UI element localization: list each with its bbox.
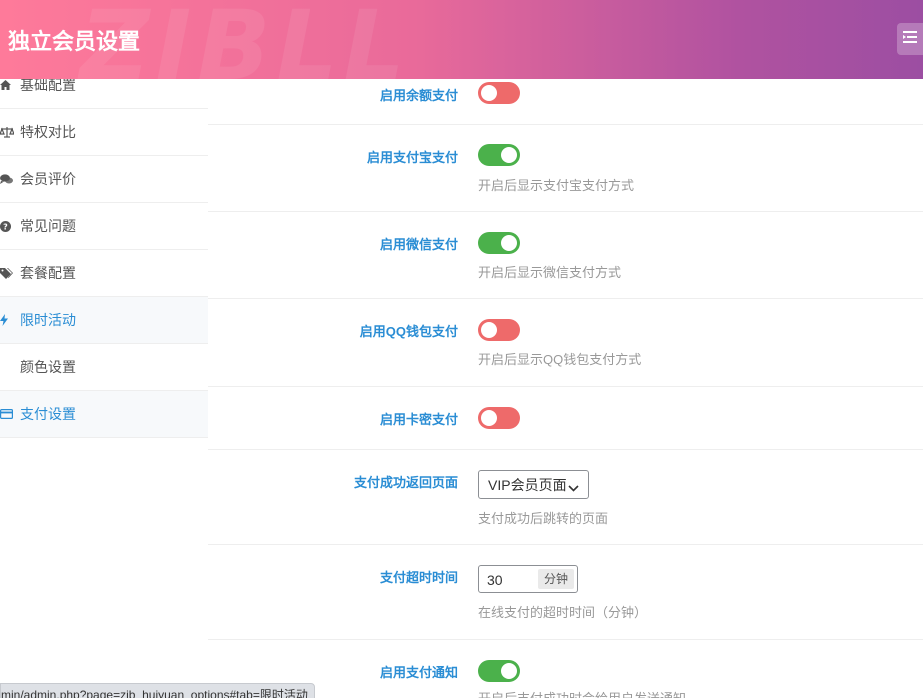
alipay-toggle[interactable] bbox=[478, 144, 520, 166]
question-circle-icon: ? bbox=[0, 220, 20, 232]
collapse-menu-button[interactable] bbox=[897, 23, 923, 55]
settings-panel: 启用余额支付 启用支付宝支付 开启后显示支付宝支付方式 启用微信支付 开启后显示… bbox=[208, 79, 923, 698]
sidebar-item-label: 限时活动 bbox=[20, 312, 76, 328]
sidebar-item-reviews[interactable]: 会员评价 bbox=[0, 156, 208, 203]
qq-pay-toggle[interactable] bbox=[478, 319, 520, 341]
setting-row-balance-pay: 启用余额支付 bbox=[208, 79, 923, 125]
setting-row-card-pay: 启用卡密支付 bbox=[208, 387, 923, 450]
setting-row-alipay: 启用支付宝支付 开启后显示支付宝支付方式 bbox=[208, 125, 923, 212]
setting-label: 启用微信支付 bbox=[379, 237, 458, 252]
tags-icon bbox=[0, 267, 20, 279]
toggle-knob bbox=[481, 85, 497, 101]
setting-row-wechat-pay: 启用微信支付 开启后显示微信支付方式 bbox=[208, 212, 923, 299]
setting-desc: 开启后显示QQ钱包支付方式 bbox=[478, 352, 642, 367]
setting-desc: 开启后支付成功时会给用户发送通知 bbox=[478, 688, 686, 698]
setting-row-timeout: 支付超时时间 30 分钟 在线支付的超时时间（分钟） bbox=[208, 545, 923, 640]
sidebar-item-label: 套餐配置 bbox=[20, 265, 76, 281]
timeout-unit: 分钟 bbox=[537, 569, 574, 589]
credit-card-icon bbox=[0, 409, 20, 419]
balance-scale-icon bbox=[0, 126, 20, 138]
sidebar-item-privileges[interactable]: 特权对比 bbox=[0, 109, 208, 156]
select-value: VIP会员页面 bbox=[488, 476, 567, 493]
toggle-knob bbox=[501, 663, 517, 679]
setting-desc: 开启后显示微信支付方式 bbox=[478, 265, 622, 280]
svg-text:?: ? bbox=[3, 222, 8, 231]
sidebar-item-label: 常见问题 bbox=[20, 218, 76, 234]
timeout-input[interactable]: 30 分钟 bbox=[478, 565, 578, 593]
toggle-knob bbox=[501, 147, 517, 163]
notify-toggle[interactable] bbox=[478, 660, 520, 682]
sidebar-item-flash-sale[interactable]: 限时活动 bbox=[0, 297, 208, 344]
sidebar-item-payment[interactable]: 支付设置 bbox=[0, 391, 208, 438]
sidebar-item-colors[interactable]: 颜色设置 bbox=[0, 344, 208, 391]
bolt-icon bbox=[0, 314, 20, 326]
setting-label: 启用余额支付 bbox=[379, 88, 458, 103]
sidebar-item-label: 特权对比 bbox=[20, 124, 76, 140]
collapse-menu-icon bbox=[903, 30, 917, 48]
setting-row-return-page: 支付成功返回页面 VIP会员页面 支付成功后跳转的页面 bbox=[208, 450, 923, 545]
page-header: ZIBLL 独立会员设置 bbox=[0, 0, 923, 79]
chevron-down-icon bbox=[568, 479, 579, 495]
setting-desc: 在线支付的超时时间（分钟） bbox=[478, 605, 648, 620]
sidebar-item-faq[interactable]: ? 常见问题 bbox=[0, 203, 208, 250]
setting-label: 启用QQ钱包支付 bbox=[359, 324, 458, 339]
return-page-select[interactable]: VIP会员页面 bbox=[478, 470, 589, 499]
home-icon bbox=[0, 80, 20, 90]
wechat-pay-toggle[interactable] bbox=[478, 232, 520, 254]
options-sidebar: 基础配置 特权对比 会员评价 ? 常见问题 套餐配置 限时活动 颜色设置 支付设… bbox=[0, 62, 208, 698]
sidebar-item-packages[interactable]: 套餐配置 bbox=[0, 250, 208, 297]
card-pay-toggle[interactable] bbox=[478, 407, 520, 429]
link-status-bar: min/admin.php?page=zib_huiyuan_options#t… bbox=[0, 683, 315, 698]
setting-label: 支付超时时间 bbox=[379, 570, 458, 585]
setting-desc: 支付成功后跳转的页面 bbox=[478, 511, 609, 526]
setting-label: 启用卡密支付 bbox=[379, 412, 458, 427]
balance-pay-toggle[interactable] bbox=[478, 82, 520, 104]
page-title: 独立会员设置 bbox=[8, 29, 141, 54]
toggle-knob bbox=[481, 322, 497, 338]
setting-label: 启用支付宝支付 bbox=[366, 150, 458, 165]
setting-row-notify: 启用支付通知 开启后支付成功时会给用户发送通知 bbox=[208, 640, 923, 698]
setting-label: 支付成功返回页面 bbox=[353, 475, 458, 490]
setting-row-qq-pay: 启用QQ钱包支付 开启后显示QQ钱包支付方式 bbox=[208, 299, 923, 387]
setting-desc: 开启后显示支付宝支付方式 bbox=[478, 178, 635, 193]
timeout-value: 30 bbox=[487, 572, 503, 588]
sidebar-item-label: 会员评价 bbox=[20, 171, 76, 187]
toggle-knob bbox=[501, 235, 517, 251]
setting-label: 启用支付通知 bbox=[379, 665, 458, 680]
toggle-knob bbox=[481, 410, 497, 426]
sidebar-item-label: 支付设置 bbox=[20, 406, 76, 422]
sidebar-item-label: 颜色设置 bbox=[20, 359, 76, 375]
comments-icon bbox=[0, 173, 20, 185]
